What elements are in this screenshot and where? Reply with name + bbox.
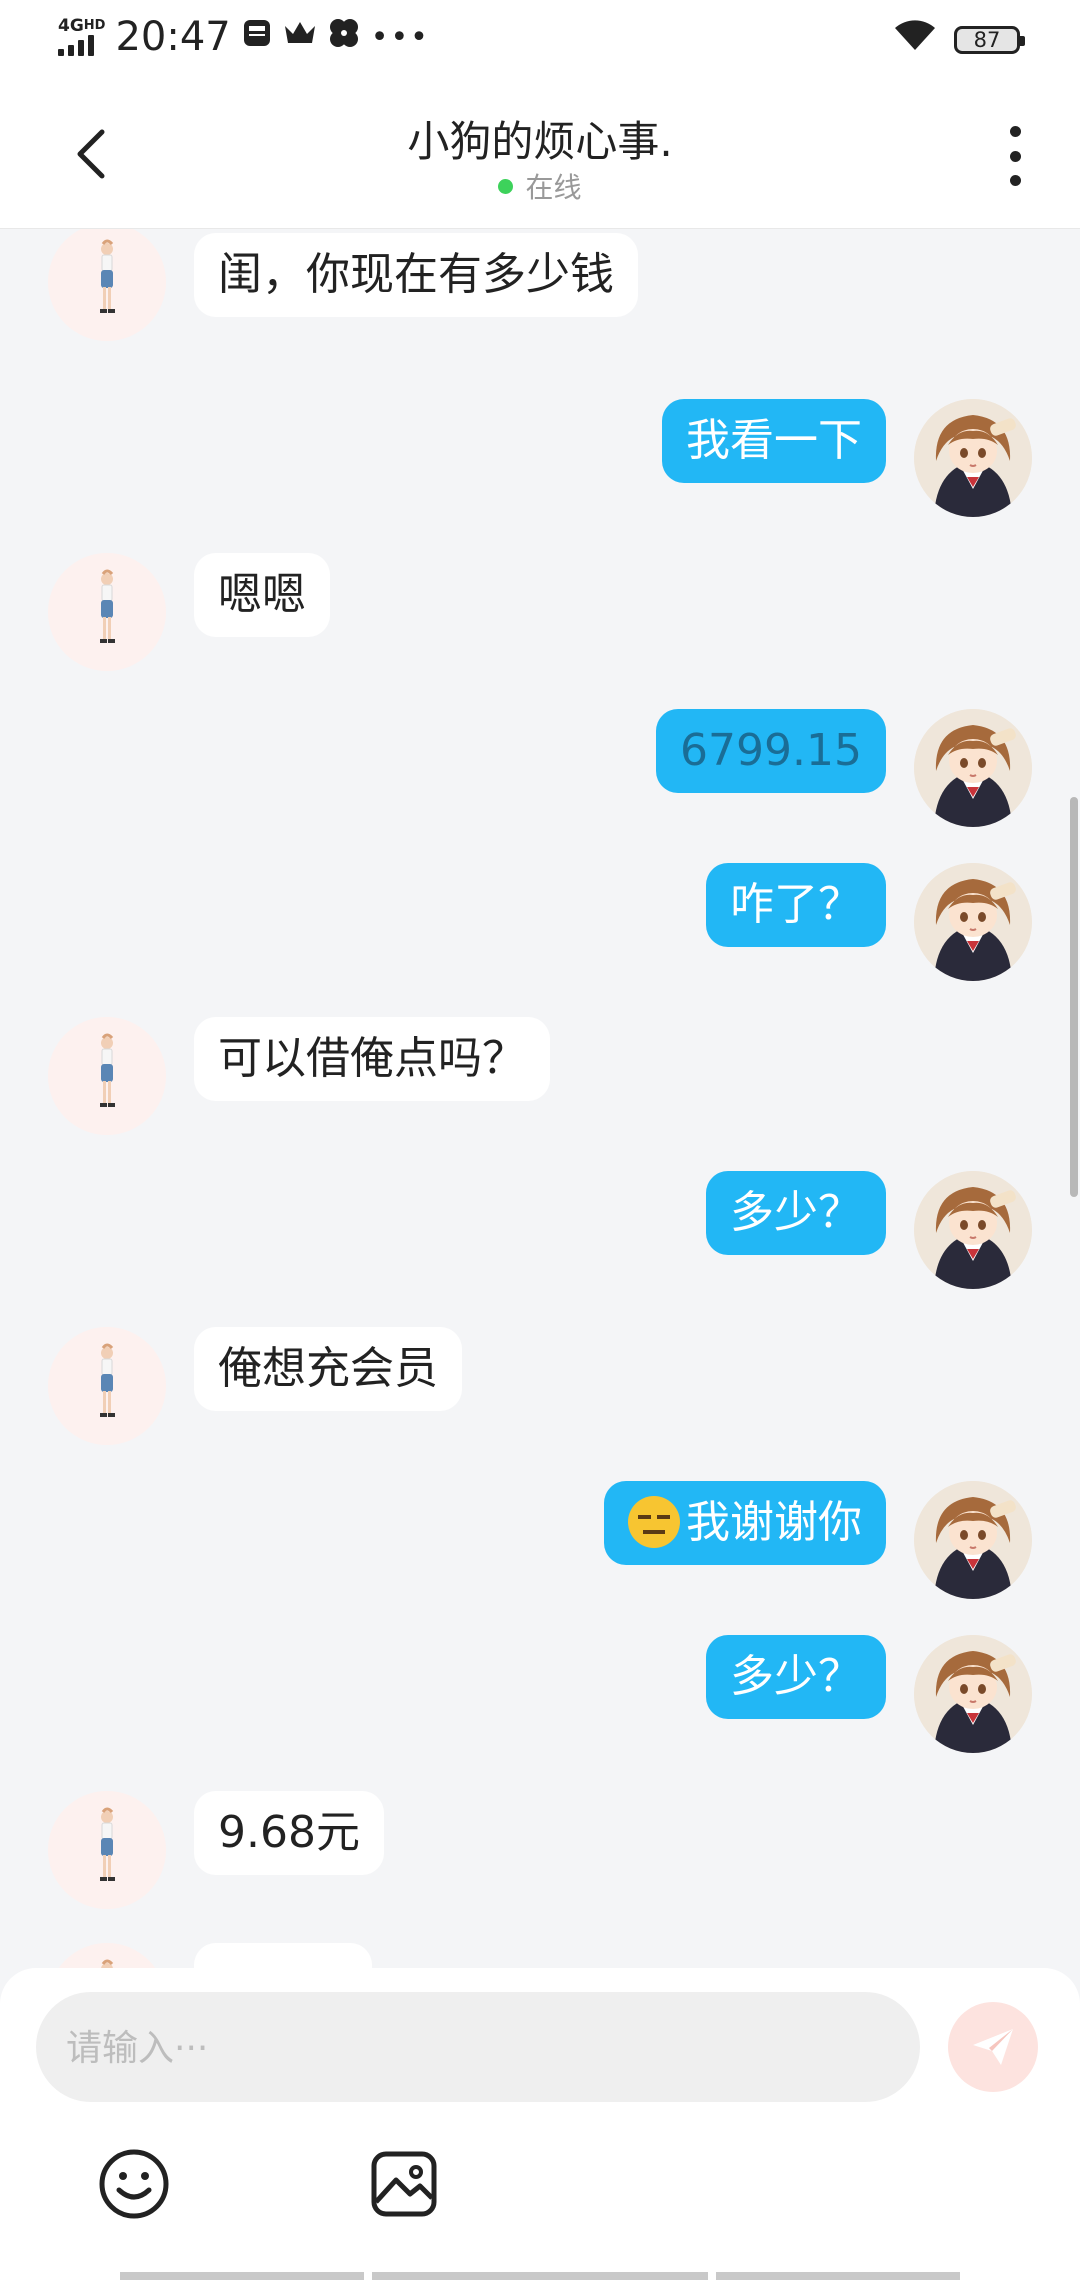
message-bubble[interactable]: 我看一下 (662, 399, 886, 483)
expressionless-face-emoji-icon (628, 1496, 680, 1548)
contact-avatar[interactable] (48, 229, 166, 341)
message-input[interactable] (64, 1992, 888, 2104)
signal-icon (58, 34, 94, 56)
chat-title: 小狗的烦心事. (407, 117, 673, 166)
network-hd: HD (83, 18, 106, 33)
message-bubble[interactable] (194, 1943, 372, 1969)
message-bubble[interactable]: 我谢谢你 (604, 1481, 886, 1565)
status-bar: 4GHD 20:47 ••• 87 (0, 0, 1080, 80)
contact-avatar[interactable] (48, 1017, 166, 1135)
message-bubble[interactable]: 多少？ (706, 1171, 886, 1255)
message-bubble[interactable]: 咋了？ (706, 863, 886, 947)
paper-plane-icon (969, 2023, 1017, 2071)
dot-icon (1009, 150, 1021, 162)
battery-level: 87 (973, 27, 1001, 52)
crown-icon (283, 18, 317, 56)
user-avatar[interactable] (914, 863, 1032, 981)
image-icon (371, 2151, 437, 2217)
more-options-button[interactable] (1000, 126, 1030, 186)
network-indicator: 4GHD (58, 18, 105, 56)
online-dot-icon (498, 178, 514, 194)
contact-avatar[interactable] (48, 1327, 166, 1445)
nav-bar-segment (372, 2272, 708, 2280)
scrollbar[interactable] (1070, 797, 1078, 1197)
message-bubble[interactable]: 6799.15 (656, 709, 886, 793)
user-avatar[interactable] (914, 1481, 1032, 1599)
chat-messages[interactable]: 闺，你现在有多少钱 我看一下 嗯嗯 6799.15 咋了？ 可以借俺点吗？ 多少… (0, 229, 1080, 1969)
input-panel (0, 1968, 1080, 2280)
smiley-icon (99, 2149, 169, 2219)
more-notifications-icon: ••• (370, 19, 430, 55)
send-button[interactable] (948, 2002, 1038, 2092)
message-bubble[interactable]: 9.68元 (194, 1791, 384, 1875)
online-status-text: 在线 (525, 171, 582, 204)
message-bubble[interactable]: 闺，你现在有多少钱 (194, 233, 638, 317)
message-bubble[interactable]: 嗯嗯 (194, 553, 330, 637)
emoji-button[interactable] (96, 2146, 172, 2222)
user-avatar[interactable] (914, 399, 1032, 517)
online-status: 在线 (0, 166, 1080, 206)
wifi-icon (892, 18, 938, 61)
chat-header: 小狗的烦心事. 在线 (0, 80, 1080, 229)
user-avatar[interactable] (914, 709, 1032, 827)
user-avatar[interactable] (914, 1635, 1032, 1753)
contact-avatar[interactable] (48, 553, 166, 671)
message-text: 我谢谢你 (686, 1497, 862, 1548)
message-input-container[interactable] (36, 1992, 920, 2104)
nav-bar-segment (716, 2272, 960, 2280)
network-type: 4G (58, 16, 84, 36)
nav-bar-segment (120, 2272, 364, 2280)
user-avatar[interactable] (914, 1171, 1032, 1289)
message-bubble[interactable]: 多少？ (706, 1635, 886, 1719)
contact-avatar[interactable] (48, 1943, 166, 1969)
message-bubble[interactable]: 俺想充会员 (194, 1327, 462, 1411)
status-time: 20:47 (115, 14, 231, 60)
dot-icon (1009, 126, 1021, 137)
image-button[interactable] (366, 2146, 442, 2222)
contact-avatar[interactable] (48, 1791, 166, 1909)
fan-icon (327, 16, 361, 58)
dot-icon (1009, 175, 1021, 186)
sim-card-icon (241, 17, 273, 57)
message-bubble[interactable]: 可以借俺点吗？ (194, 1017, 550, 1101)
battery-icon: 87 (954, 25, 1025, 54)
